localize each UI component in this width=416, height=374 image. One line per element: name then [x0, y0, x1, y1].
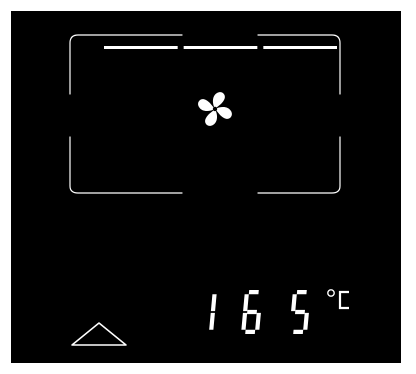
temperature-digit-1	[209, 294, 217, 330]
level-bar-3	[263, 46, 337, 49]
frame-bottom-left	[69, 136, 183, 194]
frame-top-left	[69, 34, 183, 95]
temperature-digit-2	[241, 290, 261, 334]
chevron-up-icon[interactable]	[71, 322, 127, 346]
display-frame	[69, 34, 341, 194]
display-canvas	[69, 34, 349, 346]
control-panel-display	[11, 11, 401, 363]
fan-icon	[198, 92, 232, 126]
frame-bottom-right	[257, 136, 341, 194]
fan-level-bars	[104, 46, 337, 49]
level-bar-1	[104, 46, 178, 49]
temperature-readout	[209, 290, 309, 334]
temperature-digit-3	[291, 290, 309, 334]
frame-top-right	[257, 34, 341, 95]
level-bar-2	[183, 46, 258, 49]
temperature-unit	[327, 289, 349, 310]
